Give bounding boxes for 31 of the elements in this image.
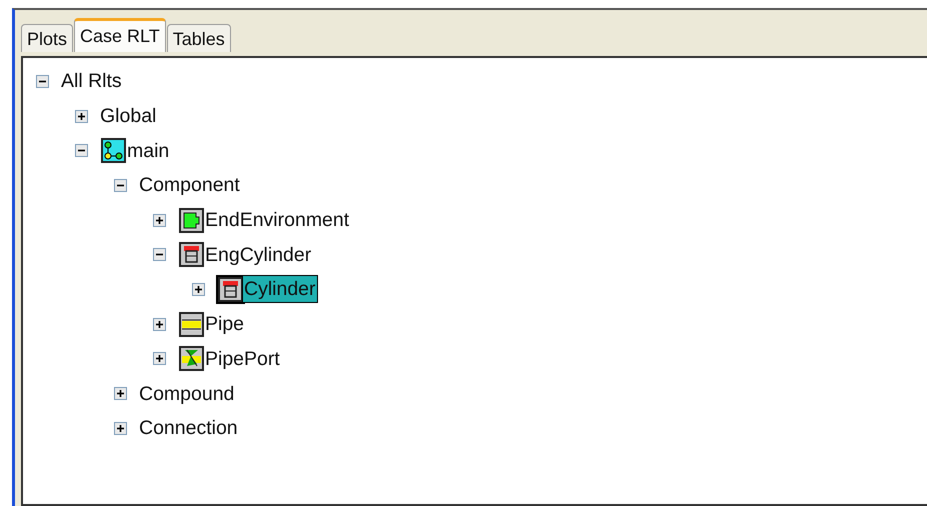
expand-icon[interactable] — [153, 318, 166, 331]
pipe-icon — [179, 312, 204, 337]
expand-icon[interactable] — [75, 110, 88, 123]
tree-item[interactable]: main — [126, 138, 170, 164]
tree-item[interactable]: EndEnvironment — [204, 207, 350, 234]
tree-item[interactable]: PipePort — [204, 346, 281, 372]
port-icon — [179, 346, 204, 372]
tree-item[interactable]: Pipe — [204, 311, 246, 338]
tree-item[interactable]: Component — [138, 172, 241, 198]
tree-item[interactable]: Connection — [138, 415, 239, 442]
expand-icon[interactable] — [114, 422, 127, 435]
tree-item[interactable]: Compound — [138, 380, 236, 407]
tree-item[interactable]: All Rlts — [60, 68, 123, 94]
network-icon — [101, 138, 126, 164]
collapse-icon[interactable] — [153, 248, 166, 262]
expand-icon[interactable] — [192, 282, 205, 296]
cylinder-icon — [218, 276, 243, 302]
environment-icon — [179, 208, 204, 233]
collapse-icon[interactable] — [36, 74, 49, 88]
expand-icon[interactable] — [114, 387, 127, 400]
tree-item[interactable]: Cylinder — [243, 276, 317, 302]
expand-icon[interactable] — [153, 352, 166, 366]
expand-icon[interactable] — [153, 214, 166, 227]
tree-item[interactable]: EngCylinder — [204, 242, 312, 268]
collapse-icon[interactable] — [75, 144, 88, 158]
cylinder-icon — [179, 242, 204, 268]
tab[interactable]: Plots — [21, 24, 74, 52]
tab[interactable]: Case RLT — [74, 18, 166, 52]
tree-item[interactable]: Global — [99, 103, 158, 130]
tab[interactable]: Tables — [166, 24, 231, 52]
collapse-icon[interactable] — [114, 178, 127, 192]
